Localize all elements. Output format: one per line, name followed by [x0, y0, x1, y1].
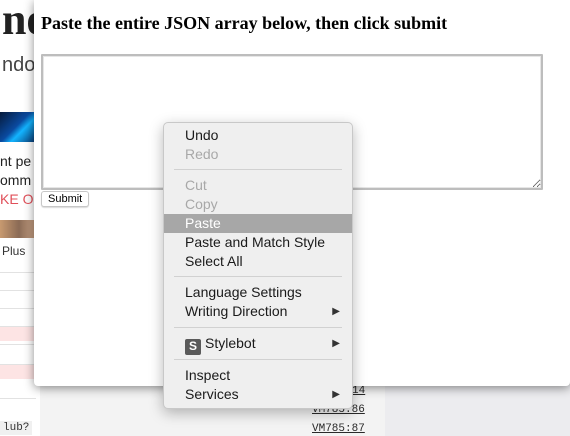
console-row — [0, 290, 36, 305]
menu-item-label: Stylebot — [205, 335, 256, 351]
stylebot-icon: S — [185, 339, 201, 355]
background-right-panel — [385, 384, 570, 436]
console-error-row — [0, 364, 36, 379]
console-error-row — [0, 326, 36, 341]
menu-item-redo: Redo — [185, 146, 219, 162]
console-row — [0, 344, 36, 359]
menu-item-language-settings[interactable]: Language Settings — [164, 283, 352, 302]
menu-separator — [174, 169, 342, 170]
background-text-line: nt pe — [0, 153, 32, 169]
submit-button[interactable]: Submit — [41, 191, 90, 207]
background-text-line: omm — [0, 172, 32, 188]
menu-separator — [174, 276, 342, 277]
console-row — [0, 272, 36, 287]
background-plus-label: Plus — [2, 244, 26, 258]
console-source-link[interactable]: VM785:87 — [312, 423, 365, 435]
submenu-arrow-icon: ▶ — [332, 306, 340, 317]
menu-item-label: Writing Direction — [185, 303, 288, 319]
console-row — [0, 308, 36, 323]
background-thumbnails — [0, 220, 38, 238]
submenu-arrow-icon: ▶ — [332, 389, 340, 400]
menu-item-services[interactable]: Services ▶ — [164, 385, 352, 404]
menu-item-copy: Copy — [185, 196, 218, 212]
menu-item-paste-and-match-style[interactable]: Paste and Match Style — [164, 233, 352, 252]
menu-item-cut: Cut — [185, 177, 207, 193]
menu-item-writing-direction[interactable]: Writing Direction ▶ — [164, 302, 352, 321]
background-banner-image — [0, 112, 38, 142]
submenu-arrow-icon: ▶ — [332, 338, 340, 349]
menu-item-inspect[interactable]: Inspect — [164, 366, 352, 385]
dialog-title: Paste the entire JSON array below, then … — [41, 13, 448, 33]
menu-item-paste[interactable]: Paste — [164, 214, 352, 233]
menu-separator — [174, 327, 342, 328]
menu-item-undo[interactable]: Undo — [164, 126, 352, 145]
context-menu: Undo Redo Cut Copy Paste Paste and Match… — [163, 122, 353, 409]
console-source-link[interactable]: 14 — [352, 385, 365, 397]
menu-item-select-all[interactable]: Select All — [164, 252, 352, 271]
menu-item-label: Services — [185, 386, 239, 402]
console-text-fragment: lub? — [0, 421, 33, 435]
menu-separator — [174, 359, 342, 360]
console-row — [0, 398, 36, 413]
menu-item-stylebot[interactable]: S Stylebot ▶ — [164, 334, 352, 355]
